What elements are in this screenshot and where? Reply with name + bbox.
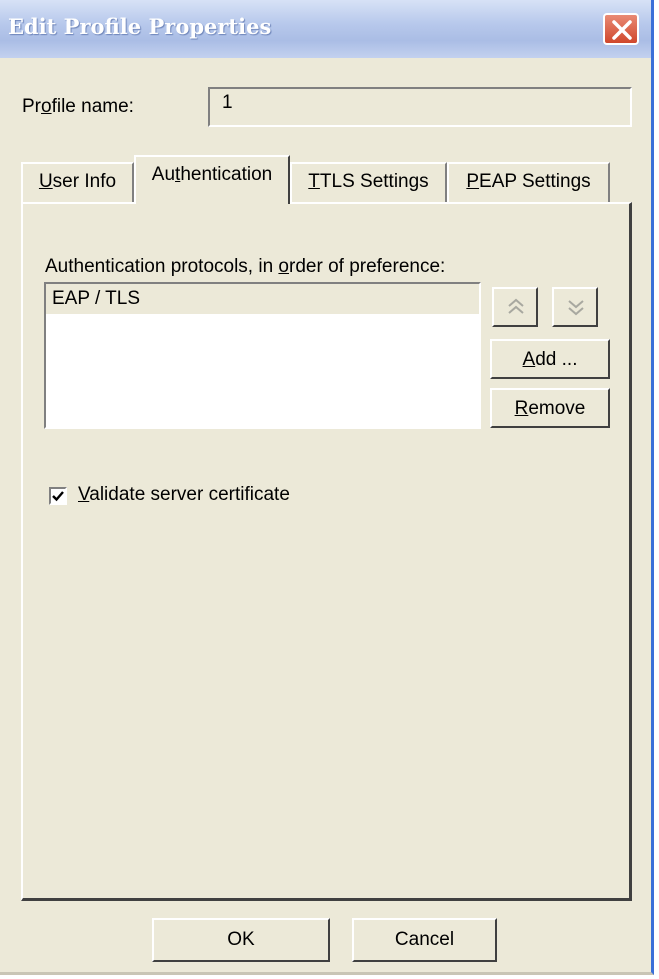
tab-user-info[interactable]: User Info (21, 162, 134, 202)
profile-name-field[interactable]: 1 (208, 87, 632, 127)
window-title: Edit Profile Properties (8, 14, 272, 39)
cancel-button[interactable]: Cancel (352, 918, 497, 962)
move-down-button[interactable] (552, 287, 598, 327)
title-bar: Edit Profile Properties (0, 0, 651, 58)
double-chevron-down-icon (568, 300, 584, 316)
checkmark-icon (52, 491, 64, 502)
edit-profile-dialog: Edit Profile Properties Profile name: 1 … (0, 0, 654, 975)
close-icon (612, 20, 632, 40)
tab-peap-settings[interactable]: PEAP Settings (447, 162, 610, 202)
move-up-button[interactable] (492, 287, 538, 327)
list-item[interactable]: EAP / TLS (46, 284, 479, 314)
tab-authentication[interactable]: Authentication (134, 155, 290, 204)
protocols-label: Authentication protocols, in order of pr… (45, 256, 446, 277)
tab-ttls-settings[interactable]: TTLS Settings (290, 162, 447, 202)
add-button[interactable]: Add ... (490, 339, 610, 379)
validate-cert-label: Validate server certificate (78, 484, 290, 505)
close-button[interactable] (603, 13, 639, 45)
protocols-list[interactable]: EAP / TLS (44, 282, 481, 429)
ok-button[interactable]: OK (152, 918, 330, 962)
validate-cert-checkbox[interactable] (49, 487, 67, 505)
remove-button[interactable]: Remove (490, 388, 610, 428)
double-chevron-up-icon (508, 298, 524, 314)
profile-name-label: Profile name: (22, 96, 134, 117)
